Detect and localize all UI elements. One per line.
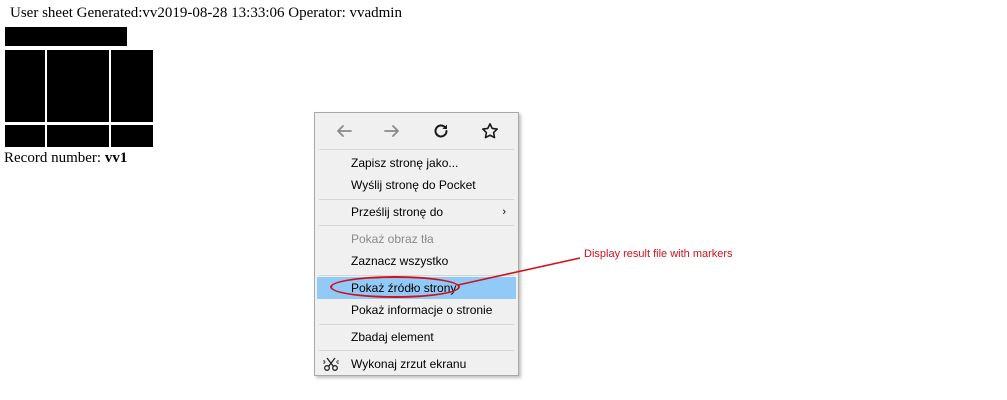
annotation-label: Display result file with markers xyxy=(584,248,733,260)
context-menu-nav xyxy=(315,113,518,149)
menu-item-label: Zapisz stronę jako... xyxy=(351,156,459,170)
menu-item-label: Prześlij stronę do xyxy=(351,205,444,219)
menu-item-label: Zbadaj element xyxy=(351,330,434,344)
back-button[interactable] xyxy=(330,120,358,142)
arrow-right-icon xyxy=(384,125,399,137)
record-value: vv1 xyxy=(104,150,128,166)
menu-item-save-page[interactable]: Zapisz stronę jako... xyxy=(317,152,516,174)
menu-item-label: Wyślij stronę do Pocket xyxy=(351,178,476,192)
menu-item-view-page-info[interactable]: Pokaż informacje o stronie xyxy=(317,299,516,321)
menu-item-inspect-element[interactable]: Zbadaj element xyxy=(317,326,516,348)
reload-icon xyxy=(434,124,448,138)
table-cell xyxy=(111,50,153,122)
record-number: Record number: vv1 xyxy=(4,150,127,167)
menu-separator xyxy=(319,324,514,325)
context-menu: Zapisz stronę jako... Wyślij stronę do P… xyxy=(314,112,519,376)
menu-item-send-to-pocket[interactable]: Wyślij stronę do Pocket xyxy=(317,174,516,196)
menu-item-label: Wykonaj zrzut ekranu xyxy=(351,357,467,371)
chevron-right-icon: › xyxy=(502,206,506,218)
screenshot-icon xyxy=(323,356,339,372)
table-cell xyxy=(47,50,109,122)
menu-item-view-background-image[interactable]: Pokaż obraz tła xyxy=(317,228,516,250)
menu-item-select-all[interactable]: Zaznacz wszystko xyxy=(317,250,516,272)
bookmark-button[interactable] xyxy=(476,120,504,142)
table-cell xyxy=(47,125,109,147)
redacted-title-block xyxy=(5,27,127,46)
table-cell xyxy=(5,50,45,122)
page-header: User sheet Generated:vv2019-08-28 13:33:… xyxy=(10,5,402,21)
table-cell xyxy=(5,125,45,147)
menu-item-send-page-to[interactable]: Prześlij stronę do › xyxy=(317,201,516,223)
menu-separator xyxy=(319,225,514,226)
menu-item-label: Zaznacz wszystko xyxy=(351,254,449,268)
record-label: Record number: xyxy=(4,150,105,166)
menu-item-label: Pokaż obraz tła xyxy=(351,232,434,246)
forward-button[interactable] xyxy=(378,120,406,142)
reload-button[interactable] xyxy=(427,120,455,142)
menu-separator xyxy=(319,350,514,351)
menu-item-take-screenshot[interactable]: Wykonaj zrzut ekranu xyxy=(317,353,516,375)
arrow-left-icon xyxy=(337,125,352,137)
star-icon xyxy=(482,123,498,139)
menu-separator xyxy=(319,149,514,150)
menu-separator xyxy=(319,199,514,200)
menu-item-label: Pokaż informacje o stronie xyxy=(351,303,493,317)
table-cell xyxy=(111,125,153,147)
annotation-highlight-oval xyxy=(330,276,460,298)
